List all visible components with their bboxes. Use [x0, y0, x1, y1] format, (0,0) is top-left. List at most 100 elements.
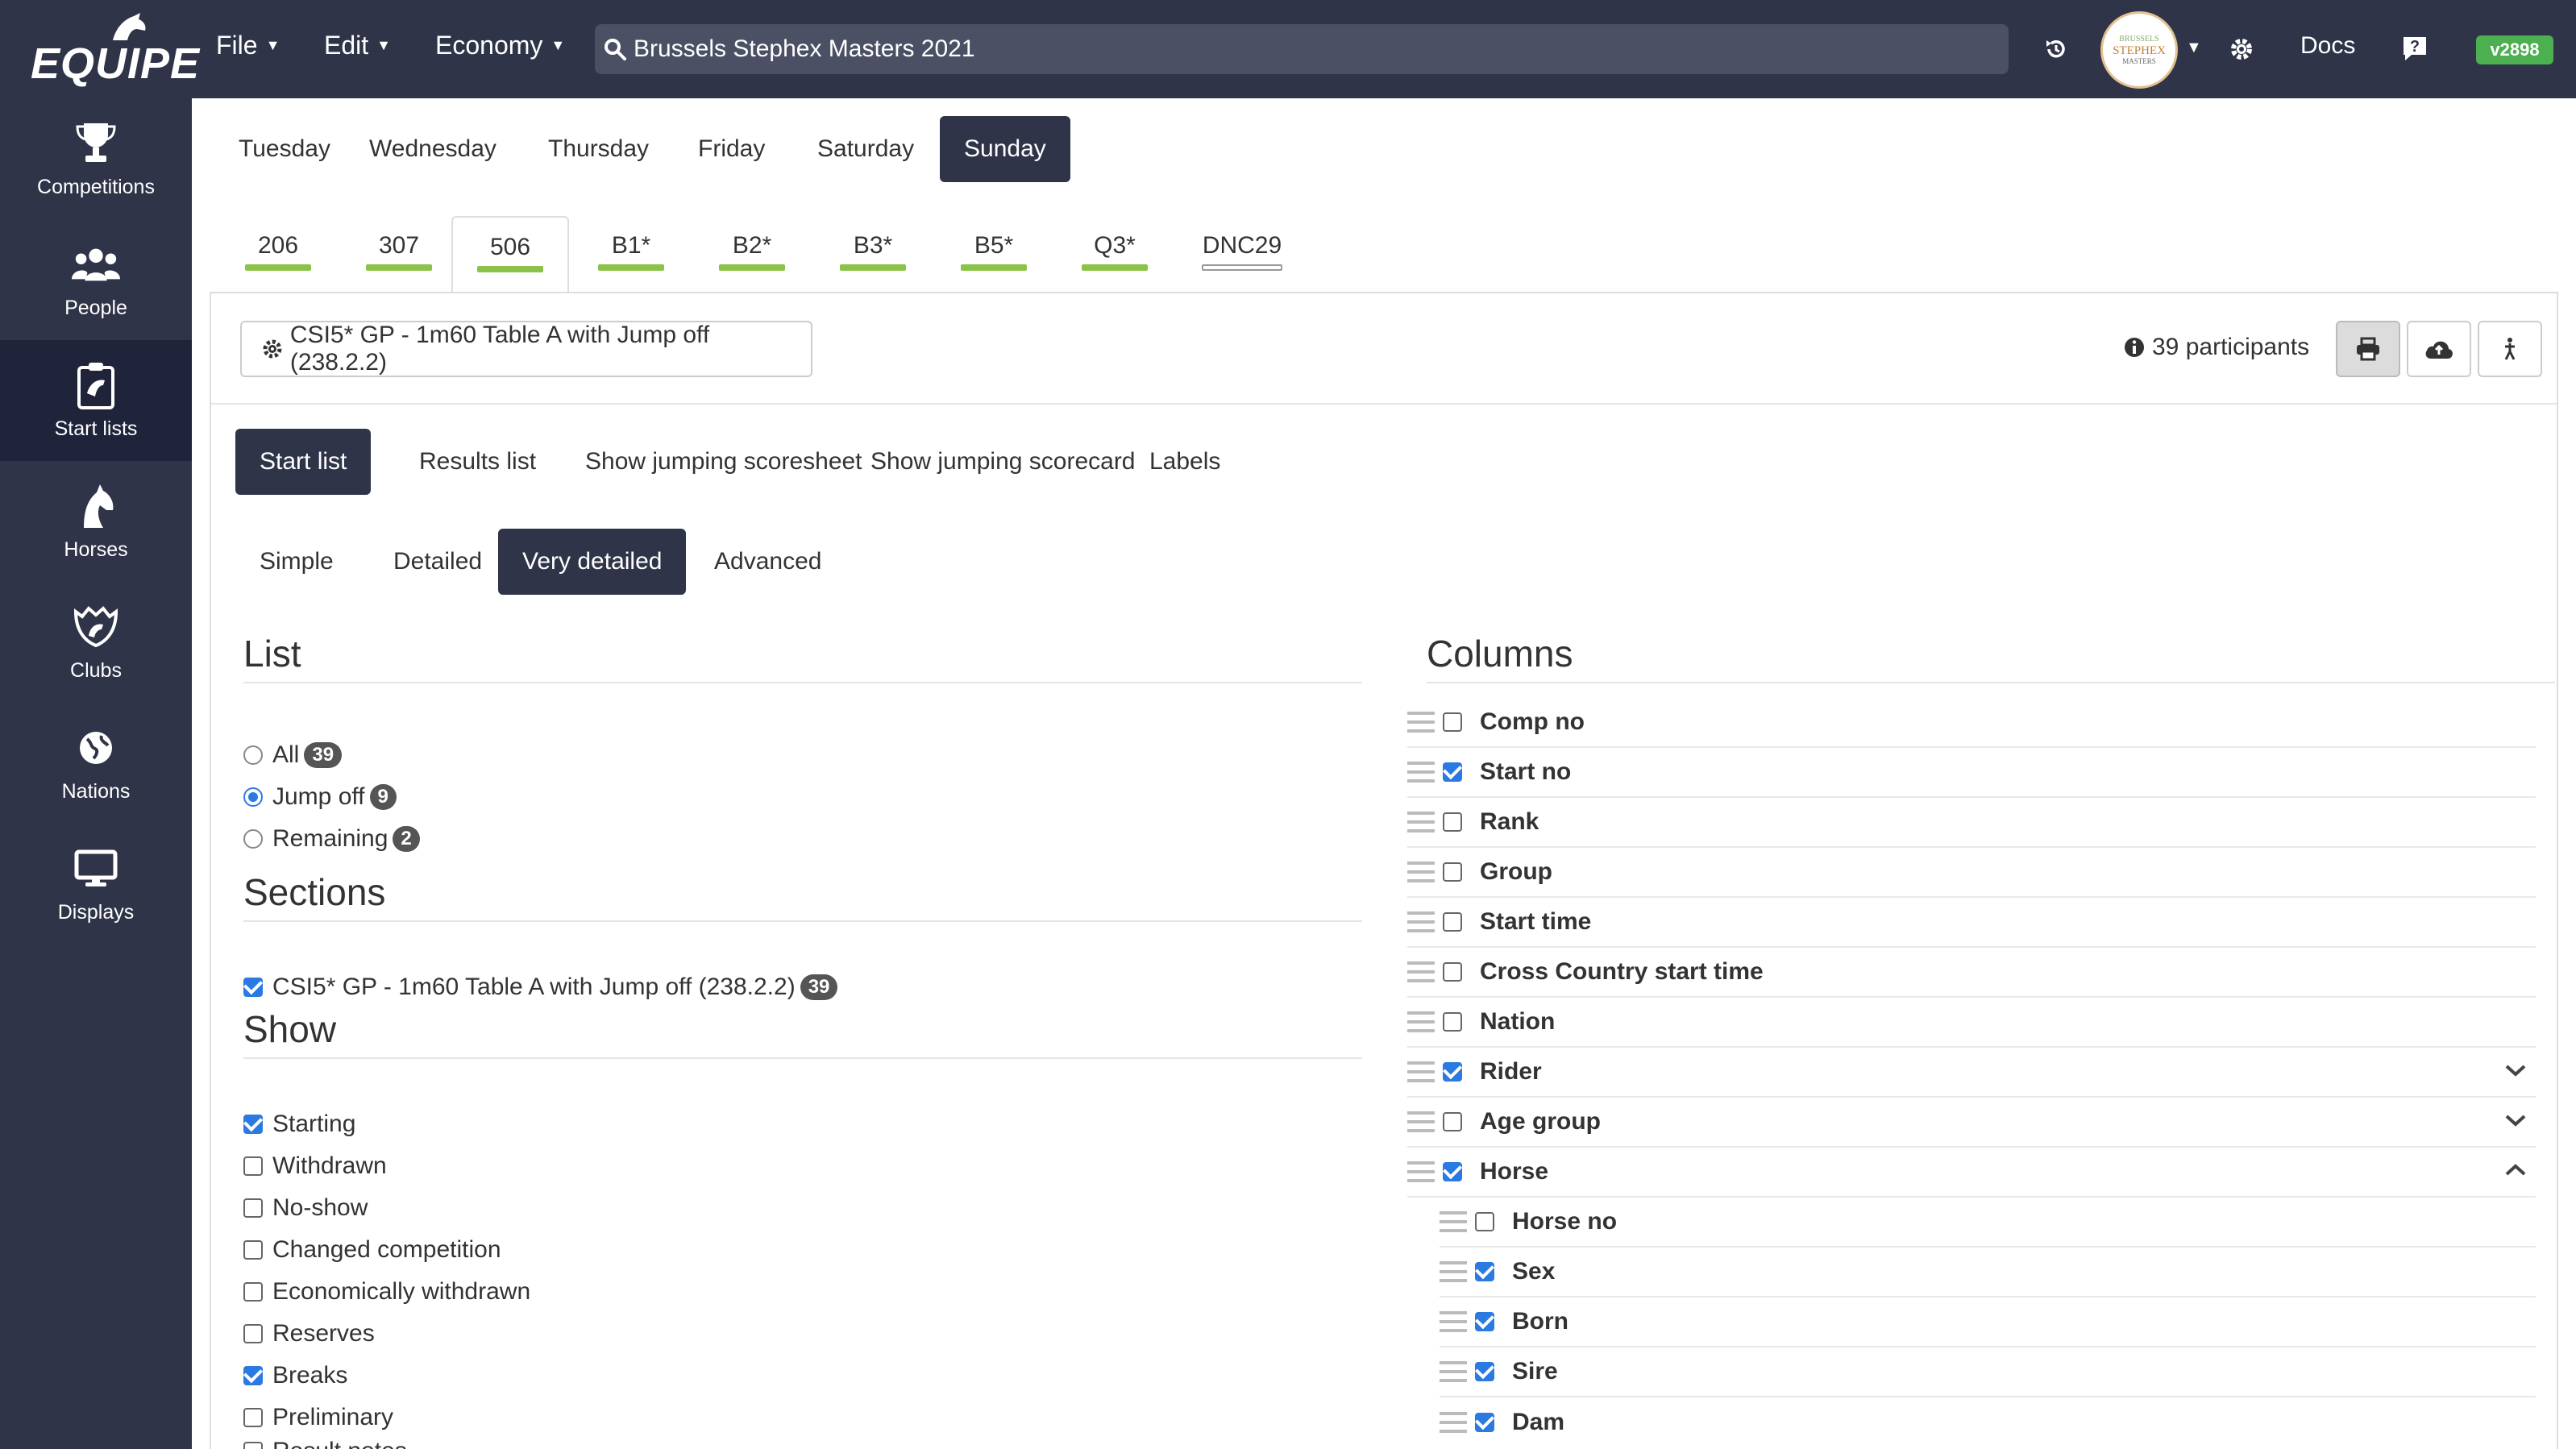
sidebar-item-horses[interactable]: Horses — [0, 461, 192, 582]
day-tab-thursday[interactable]: Thursday — [524, 116, 673, 182]
list-option-all[interactable]: All 39 — [243, 741, 343, 769]
tab-show-jumping-scoresheet[interactable]: Show jumping scoresheet — [561, 429, 887, 495]
chevron-down-icon[interactable] — [2503, 1062, 2528, 1078]
drag-handle-icon[interactable] — [1407, 961, 1435, 982]
gear-icon[interactable] — [2228, 35, 2255, 63]
print-button[interactable] — [2336, 321, 2400, 377]
tab-show-jumping-scorecard[interactable]: Show jumping scorecard — [846, 429, 1160, 495]
detail-simple[interactable]: Simple — [235, 529, 358, 595]
checkbox[interactable] — [243, 1240, 263, 1260]
drag-handle-icon[interactable] — [1407, 1111, 1435, 1132]
competition-select[interactable]: CSI5* GP - 1m60 Table A with Jump off (2… — [240, 321, 812, 377]
show-option-starting[interactable]: Starting — [243, 1111, 355, 1138]
column-row-rider[interactable]: Rider — [1407, 1048, 2536, 1098]
column-row-born[interactable]: Born — [1440, 1297, 2536, 1347]
drag-handle-icon[interactable] — [1407, 862, 1435, 882]
drag-handle-icon[interactable] — [1407, 1161, 1435, 1182]
sidebar-item-displays[interactable]: Displays — [0, 824, 192, 945]
column-row-horse[interactable]: Horse — [1407, 1148, 2536, 1198]
chevron-down-icon[interactable] — [2503, 1112, 2528, 1128]
column-row-age-group[interactable]: Age group — [1407, 1098, 2536, 1148]
show-option-breaks[interactable]: Breaks — [243, 1362, 347, 1389]
show-option-changed-competition[interactable]: Changed competition — [243, 1236, 501, 1264]
tab-results-list[interactable]: Results list — [395, 429, 560, 495]
economy-menu[interactable]: Economy ▼ — [435, 31, 565, 60]
caret-down-icon[interactable]: ▼ — [2186, 39, 2202, 57]
docs-link[interactable]: Docs — [2300, 32, 2355, 60]
competition-tab-b1[interactable]: B1* — [587, 216, 675, 292]
upload-button[interactable] — [2407, 321, 2471, 377]
checkbox[interactable] — [1443, 1012, 1462, 1032]
checkbox[interactable] — [243, 978, 263, 997]
radio-button[interactable] — [243, 787, 263, 807]
checkbox[interactable] — [243, 1156, 263, 1176]
checkbox[interactable] — [1443, 762, 1462, 782]
competition-tab-206[interactable]: 206 — [234, 216, 322, 292]
sidebar-item-people[interactable]: People — [0, 219, 192, 340]
section-option[interactable]: CSI5* GP - 1m60 Table A with Jump off (2… — [243, 974, 838, 1001]
radio-button[interactable] — [243, 745, 263, 765]
rider-display-button[interactable] — [2478, 321, 2542, 377]
drag-handle-icon[interactable] — [1407, 1011, 1435, 1032]
checkbox[interactable] — [1443, 912, 1462, 932]
day-tab-sunday[interactable]: Sunday — [940, 116, 1070, 182]
column-row-comp-no[interactable]: Comp no — [1407, 698, 2536, 748]
checkbox[interactable] — [243, 1115, 263, 1134]
checkbox[interactable] — [243, 1408, 263, 1427]
checkbox[interactable] — [243, 1198, 263, 1218]
checkbox[interactable] — [1475, 1212, 1494, 1231]
drag-handle-icon[interactable] — [1407, 812, 1435, 832]
file-menu[interactable]: File ▼ — [216, 31, 280, 60]
chevron-up-icon[interactable] — [2503, 1162, 2528, 1178]
radio-button[interactable] — [243, 829, 263, 849]
checkbox[interactable] — [1443, 1162, 1462, 1181]
checkbox[interactable] — [1443, 1112, 1462, 1131]
column-row-cross-country-start-time[interactable]: Cross Country start time — [1407, 948, 2536, 998]
sidebar-item-nations[interactable]: Nations — [0, 703, 192, 824]
column-row-start-time[interactable]: Start time — [1407, 898, 2536, 948]
search-input[interactable]: Brussels Stephex Masters 2021 — [595, 24, 2009, 74]
competition-tab-506[interactable]: 506 — [451, 216, 569, 292]
checkbox[interactable] — [1443, 962, 1462, 982]
checkbox[interactable] — [243, 1366, 263, 1385]
drag-handle-icon[interactable] — [1407, 712, 1435, 733]
competition-tab-b5[interactable]: B5* — [949, 216, 1038, 292]
tab-start-list[interactable]: Start list — [235, 429, 372, 495]
drag-handle-icon[interactable] — [1440, 1311, 1467, 1332]
help-icon[interactable]: ? — [2400, 34, 2429, 63]
history-icon[interactable] — [2042, 35, 2070, 63]
day-tab-saturday[interactable]: Saturday — [793, 116, 938, 182]
column-row-horse-no[interactable]: Horse no — [1440, 1198, 2536, 1248]
day-tab-friday[interactable]: Friday — [674, 116, 789, 182]
equipe-logo[interactable]: EQUIPE — [31, 11, 199, 88]
sidebar-item-competitions[interactable]: Competitions — [0, 98, 192, 219]
detail-very-detailed[interactable]: Very detailed — [498, 529, 687, 595]
detail-detailed[interactable]: Detailed — [369, 529, 506, 595]
checkbox[interactable] — [1443, 812, 1462, 832]
day-tab-wednesday[interactable]: Wednesday — [345, 116, 521, 182]
column-row-sire[interactable]: Sire — [1440, 1347, 2536, 1397]
sidebar-item-clubs[interactable]: Clubs — [0, 582, 192, 703]
checkbox[interactable] — [1475, 1312, 1494, 1331]
drag-handle-icon[interactable] — [1440, 1261, 1467, 1282]
show-option-withdrawn[interactable]: Withdrawn — [243, 1152, 387, 1180]
show-option-no-show[interactable]: No-show — [243, 1194, 368, 1222]
column-row-group[interactable]: Group — [1407, 848, 2536, 898]
competition-tab-b2[interactable]: B2* — [708, 216, 796, 292]
checkbox[interactable] — [243, 1282, 263, 1302]
column-row-rank[interactable]: Rank — [1407, 798, 2536, 848]
detail-advanced[interactable]: Advanced — [690, 529, 846, 595]
edit-menu[interactable]: Edit ▼ — [324, 31, 391, 60]
show-option-economically-withdrawn[interactable]: Economically withdrawn — [243, 1278, 530, 1306]
event-avatar[interactable]: BRUSSELS STEPHEX MASTERS — [2100, 11, 2178, 89]
checkbox[interactable] — [243, 1324, 263, 1343]
checkbox[interactable] — [1443, 862, 1462, 882]
checkbox[interactable] — [1475, 1262, 1494, 1281]
checkbox[interactable] — [1443, 1062, 1462, 1082]
list-option-remaining[interactable]: Remaining 2 — [243, 825, 420, 853]
column-row-nation[interactable]: Nation — [1407, 998, 2536, 1048]
sidebar-item-start-lists[interactable]: Start lists — [0, 340, 192, 461]
column-row-sex[interactable]: Sex — [1440, 1248, 2536, 1297]
column-row-dam[interactable]: Dam — [1440, 1397, 2536, 1447]
tab-labels[interactable]: Labels — [1125, 429, 1244, 495]
